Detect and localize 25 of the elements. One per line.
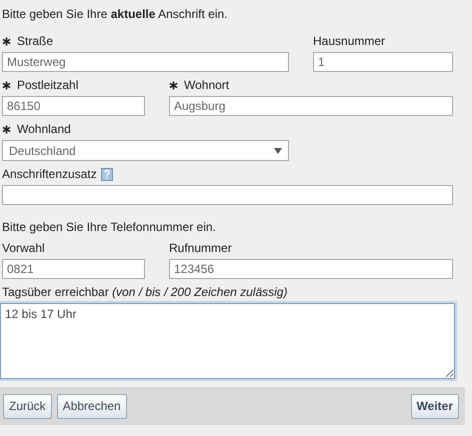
text-field[interactable] xyxy=(2,185,453,205)
instruction-text: Bitte geben Sie Ihre Telefonnummer ein. xyxy=(1,219,217,235)
next-button[interactable]: Weiter xyxy=(410,394,459,418)
text-area[interactable]: 12 bis 17 Uhr xyxy=(0,303,455,379)
field-label: Wohnort xyxy=(184,78,230,92)
text-field[interactable]: 1 xyxy=(313,52,453,72)
field-label: Anschriftenzusatz xyxy=(2,167,97,181)
field-label: Wohnland xyxy=(17,122,71,136)
field-label: Postleitzahl xyxy=(17,78,78,92)
field-label: Hausnummer xyxy=(313,34,386,48)
secondary-button[interactable]: Zurück xyxy=(3,394,52,418)
caret-icon xyxy=(274,148,282,154)
instruction-text: Bitte geben Sie Ihre aktuelle Anschrift ein. xyxy=(1,6,228,22)
field-label: Vorwahl xyxy=(2,241,45,255)
text-field[interactable]: 123456 xyxy=(169,259,453,279)
text-field[interactable]: Musterweg xyxy=(2,52,289,72)
text-field[interactable]: Augsburg xyxy=(169,96,453,116)
field-label: Rufnummer xyxy=(169,241,232,255)
country-dropdown[interactable]: Deutschland xyxy=(2,140,289,161)
secondary-button[interactable]: Abbrechen xyxy=(56,394,127,418)
field-label: Straße xyxy=(17,34,54,48)
help-icon[interactable] xyxy=(100,168,113,180)
field-label: Tagsüber erreichbar (von / bis / 200 Zeichen zulässig) xyxy=(2,285,288,299)
text-field[interactable]: 0821 xyxy=(2,259,145,279)
text-field[interactable]: 86150 xyxy=(2,96,145,116)
